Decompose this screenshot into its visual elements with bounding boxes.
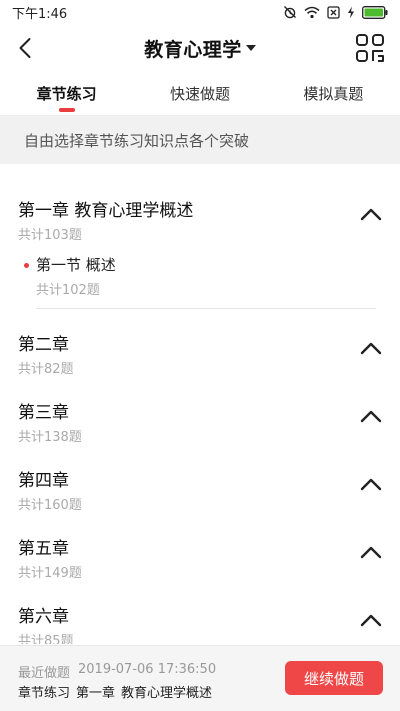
status-icons (283, 5, 388, 19)
section-title: 第一节 概述 (36, 256, 116, 274)
chapter-title: 第三章 (18, 403, 69, 423)
charging-icon (348, 6, 354, 18)
section-item[interactable]: 第一节 概述 共计102题 (0, 248, 400, 310)
recent-label: 最近做题 (18, 666, 71, 681)
page-title: 教育心理学 (144, 38, 242, 61)
chevron-left-icon (19, 38, 31, 58)
subject-selector[interactable]: 教育心理学 (144, 35, 256, 62)
chevron-up-icon (360, 546, 382, 559)
chapter-item[interactable]: 第二章 共计82题 (0, 314, 400, 382)
app-header: 教育心理学 (0, 24, 400, 72)
caret-down-icon (245, 45, 256, 51)
chapter-count: 共计149题 (18, 566, 82, 581)
hint-banner: 自由选择章节练习知识点各个突破 (0, 116, 400, 164)
tab-label: 章节练习 (36, 85, 97, 103)
chapter-count: 共计85题 (18, 634, 74, 644)
chapter-count: 共计103题 (18, 228, 82, 243)
active-tab-indicator (58, 108, 75, 112)
battery-icon (362, 5, 388, 19)
chapter-list: 第一章 教育心理学概述 共计103题 第一节 概述 共计102题 第二章 共计8… (0, 164, 400, 644)
continue-practice-button[interactable]: 继续做题 (285, 661, 383, 695)
chapter-count: 共计138题 (18, 430, 82, 445)
tab-chapter-practice[interactable]: 章节练习 (0, 72, 133, 115)
status-time: 下午1:46 (12, 6, 68, 22)
chevron-up-icon (360, 478, 382, 491)
status-bar: 下午1:46 (0, 0, 400, 24)
grid-menu-button[interactable] (354, 32, 386, 64)
recent-tab: 章节练习 (18, 686, 71, 701)
chapter-item[interactable]: 第一章 教育心理学概述 共计103题 (0, 164, 400, 254)
chapter-title: 第一章 教育心理学概述 (18, 201, 194, 221)
chapter-title: 第六章 (18, 607, 69, 627)
recent-info: 最近做题 2019-07-06 17:36:50 (18, 662, 216, 681)
recent-time: 2019-07-06 17:36:50 (78, 662, 217, 677)
chapter-item[interactable]: 第四章 共计160题 (0, 450, 400, 518)
section-bullet (24, 263, 29, 268)
chapter-title: 第二章 (18, 335, 69, 355)
alarm-icon (284, 6, 296, 19)
tab-bar: 章节练习 快速做题 模拟真题 (0, 72, 400, 116)
chapter-item[interactable]: 第三章 共计138题 (0, 382, 400, 450)
section-divider (36, 308, 376, 309)
chapter-count: 共计160题 (18, 498, 82, 513)
tab-mock-exam[interactable]: 模拟真题 (267, 72, 400, 115)
chevron-up-icon (360, 614, 382, 627)
tab-label: 模拟真题 (303, 85, 364, 103)
grid-menu-icon (356, 34, 384, 62)
section-count: 共计102题 (36, 283, 100, 298)
wifi-icon (304, 6, 320, 18)
recent-chapter: 第一章 (76, 686, 116, 701)
chevron-up-icon (360, 410, 382, 423)
chapter-item[interactable]: 第五章 共计149题 (0, 518, 400, 586)
back-button[interactable] (8, 30, 44, 66)
tab-label: 快速做题 (169, 85, 230, 103)
chevron-up-icon (360, 208, 382, 221)
tab-quick-practice[interactable]: 快速做题 (133, 72, 266, 115)
sim-icon (327, 5, 340, 19)
hint-text: 自由选择章节练习知识点各个突破 (24, 131, 250, 150)
chapter-count: 共计82题 (18, 362, 74, 377)
recent-practice-bar: 最近做题 2019-07-06 17:36:50 章节练习 第一章 教育心理学概… (0, 645, 400, 711)
chapter-title: 第五章 (18, 539, 69, 559)
chevron-up-icon (360, 342, 382, 355)
recent-path: 章节练习 第一章 教育心理学概述 (18, 682, 212, 701)
chapter-title: 第四章 (18, 471, 69, 491)
chapter-item[interactable]: 第六章 共计85题 (0, 586, 400, 644)
recent-chapter-title: 教育心理学概述 (121, 686, 213, 701)
